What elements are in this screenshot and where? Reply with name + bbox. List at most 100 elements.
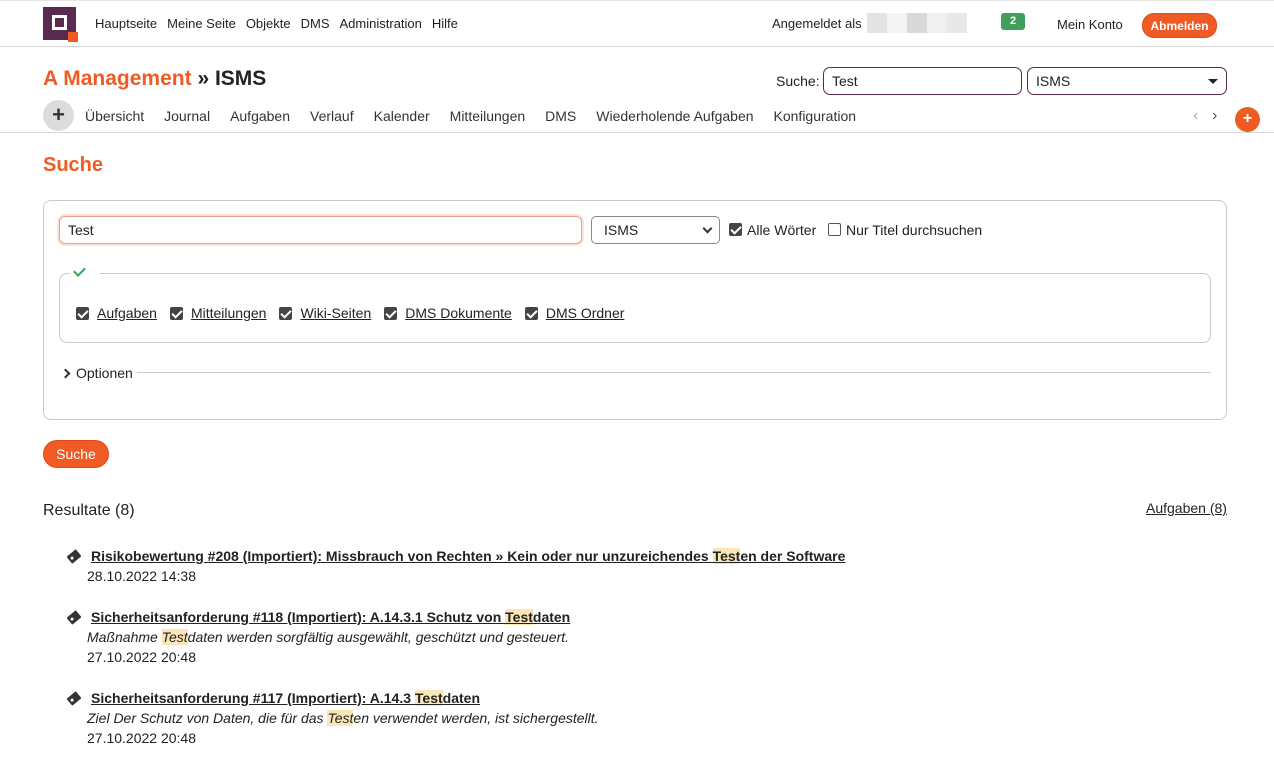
result-title-highlight: Test — [712, 548, 741, 564]
top-nav-hilfe[interactable]: Hilfe — [432, 16, 458, 31]
search-scope-select[interactable]: ISMS — [591, 216, 720, 244]
result-desc-rest: en verwendet werden, ist sichergestellt. — [353, 710, 599, 726]
result-title-text: Sicherheitsanforderung #117 (Importiert)… — [91, 690, 415, 706]
type-aufgaben-label[interactable]: Aufgaben — [97, 305, 157, 321]
search-query-input[interactable]: Test — [59, 216, 582, 244]
result-description: Ziel Der Schutz von Daten, die für das T… — [87, 710, 599, 726]
type-wiki-seiten-checkbox[interactable] — [279, 306, 293, 320]
result-title-rest: daten — [442, 690, 480, 706]
result-title-highlight: Test — [414, 690, 443, 706]
tab-kalender[interactable]: Kalender — [374, 108, 430, 124]
subproject-title: ISMS — [214, 67, 267, 90]
result-title-link[interactable]: Sicherheitsanforderung #117 (Importiert)… — [66, 690, 599, 706]
result-desc-text: Ziel Der Schutz von Daten, die für das — [87, 710, 328, 726]
new-object-button[interactable]: + — [43, 100, 74, 131]
type-aufgaben-checkbox[interactable] — [76, 306, 89, 320]
type-mitteilungen[interactable]: Mitteilungen — [169, 305, 267, 321]
tab-aufgaben[interactable]: Aufgaben — [230, 108, 290, 124]
top-menu-bar: Hauptseite Meine Seite Objekte DMS Admin… — [0, 0, 1274, 47]
top-nav-hauptseite[interactable]: Hauptseite — [95, 16, 157, 31]
project-jump-select[interactable]: ISMS — [1027, 67, 1227, 95]
results-heading: Resultate (8) — [43, 502, 135, 519]
result-desc-rest: daten werden sorgfältig ausgewählt, gesc… — [187, 629, 570, 645]
type-mitteilungen-label[interactable]: Mitteilungen — [191, 305, 267, 321]
result-desc-text: Maßnahme — [87, 629, 162, 645]
type-wiki-seiten[interactable]: Wiki-Seiten — [279, 305, 371, 321]
chevron-down-icon — [702, 223, 713, 234]
quick-search-label: Suche: — [776, 73, 820, 89]
search-submit-button[interactable]: Suche — [43, 440, 109, 468]
tabs-scroll-left-icon[interactable]: ‹ — [1193, 107, 1198, 125]
type-dms-ordner-label[interactable]: DMS Ordner — [546, 305, 625, 321]
result-title-rest: en der Software — [740, 548, 846, 564]
top-nav-administration[interactable]: Administration — [340, 16, 422, 31]
search-types: Aufgaben Mitteilungen Wiki-Seiten DMS Do… — [76, 305, 624, 321]
titles-only-option[interactable]: Nur Titel durchsuchen — [828, 222, 982, 238]
result-item: Sicherheitsanforderung #118 (Importiert)… — [66, 609, 571, 665]
tab-dms[interactable]: DMS — [545, 108, 576, 124]
type-aufgaben[interactable]: Aufgaben — [76, 305, 157, 321]
top-nav-objekte[interactable]: Objekte — [246, 16, 291, 31]
result-date: 28.10.2022 14:38 — [87, 568, 196, 584]
all-words-checkbox[interactable] — [729, 223, 742, 237]
type-dms-ordner-checkbox[interactable] — [524, 306, 538, 320]
options-toggle[interactable]: Optionen — [60, 365, 133, 381]
issue-tag-icon — [66, 609, 82, 625]
all-words-option[interactable]: Alle Wörter — [729, 222, 816, 238]
tab-mitteilungen[interactable]: Mitteilungen — [450, 108, 526, 124]
result-date: 27.10.2022 20:48 — [87, 649, 196, 665]
redacted-username — [867, 13, 967, 33]
page-title: Suche — [43, 154, 104, 176]
result-desc-highlight: Test — [327, 710, 354, 726]
type-dms-ordner[interactable]: DMS Ordner — [524, 305, 625, 321]
tabs-scroll-right-icon[interactable]: › — [1212, 107, 1217, 125]
result-title-rest: daten — [532, 609, 571, 625]
result-desc-highlight: Test — [161, 629, 188, 645]
result-item: Risikobewertung #208 (Importiert): Missb… — [66, 548, 846, 584]
page-heading: A Management » ISMS — [43, 67, 266, 91]
titles-only-checkbox[interactable] — [828, 223, 841, 237]
result-description: Maßnahme Testdaten werden sorgfältig aus… — [87, 629, 570, 645]
logout-button[interactable]: Abmelden — [1142, 13, 1217, 38]
result-title-text: Risikobewertung #208 (Importiert): Missb… — [91, 548, 713, 564]
project-jump-value: ISMS — [1036, 73, 1071, 89]
app-logo[interactable] — [43, 7, 78, 42]
tab-wiederholende-aufgaben[interactable]: Wiederholende Aufgaben — [596, 108, 753, 124]
tabbar-divider — [0, 132, 1274, 133]
results-filter-link[interactable]: Aufgaben (8) — [1146, 500, 1227, 516]
quick-search-input[interactable]: Test — [823, 67, 1022, 95]
top-nav-meine-seite[interactable]: Meine Seite — [167, 16, 236, 31]
tab-konfiguration[interactable]: Konfiguration — [774, 108, 857, 124]
result-title-highlight: Test — [505, 609, 533, 625]
add-button[interactable]: + — [1235, 107, 1260, 132]
top-nav-dms[interactable]: DMS — [301, 16, 330, 31]
type-dms-dokumente-label[interactable]: DMS Dokumente — [405, 305, 512, 321]
caret-down-icon — [1208, 79, 1218, 84]
issue-tag-icon — [66, 548, 82, 564]
search-scope-value: ISMS — [604, 222, 639, 238]
type-wiki-seiten-label[interactable]: Wiki-Seiten — [300, 305, 371, 321]
chevron-right-icon — [60, 368, 71, 378]
result-date: 27.10.2022 20:48 — [87, 730, 196, 746]
all-words-label: Alle Wörter — [747, 222, 817, 238]
result-title-link[interactable]: Sicherheitsanforderung #118 (Importiert)… — [66, 609, 571, 625]
tab-verlauf[interactable]: Verlauf — [310, 108, 354, 124]
notification-badge[interactable]: 2 — [1001, 13, 1025, 30]
logged-in-label: Angemeldet als — [772, 16, 862, 31]
options-label: Optionen — [76, 365, 133, 381]
project-tabs: Übersicht Journal Aufgaben Verlauf Kalen… — [85, 108, 856, 124]
type-dms-dokumente-checkbox[interactable] — [384, 306, 398, 320]
type-mitteilungen-checkbox[interactable] — [169, 306, 183, 320]
top-nav: Hauptseite Meine Seite Objekte DMS Admin… — [95, 16, 458, 31]
type-dms-dokumente[interactable]: DMS Dokumente — [384, 305, 512, 321]
result-title-link[interactable]: Risikobewertung #208 (Importiert): Missb… — [66, 548, 846, 564]
my-account-link[interactable]: Mein Konto — [1057, 17, 1123, 32]
tab-journal[interactable]: Journal — [164, 108, 210, 124]
options-divider — [137, 372, 1211, 373]
tab-uebersicht[interactable]: Übersicht — [85, 108, 144, 124]
issue-tag-icon — [66, 690, 82, 706]
titles-only-label: Nur Titel durchsuchen — [846, 222, 983, 238]
result-title-text: Sicherheitsanforderung #118 (Importiert)… — [91, 609, 506, 625]
breadcrumb-separator: » — [197, 67, 210, 90]
project-link[interactable]: A Management — [43, 67, 192, 90]
